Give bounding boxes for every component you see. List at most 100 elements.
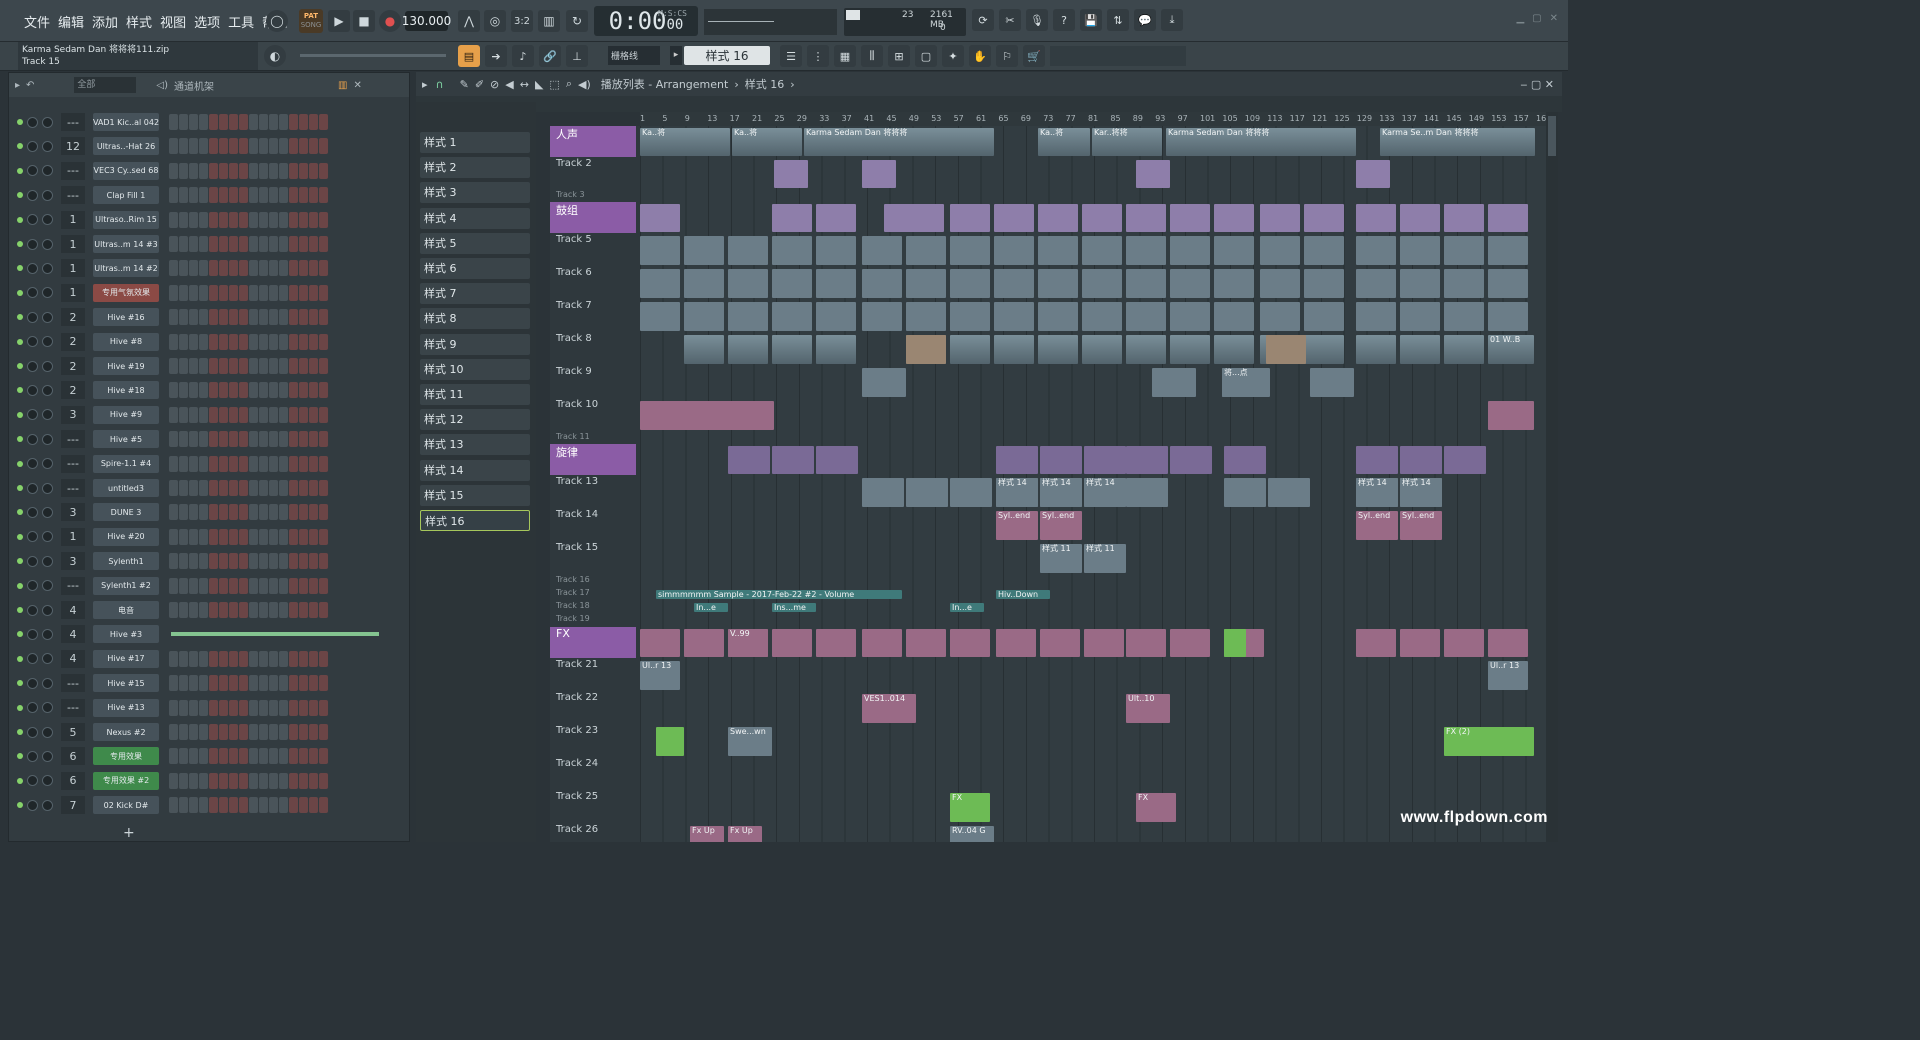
step-button[interactable] bbox=[289, 772, 298, 789]
menu-item-2[interactable]: 添加 bbox=[88, 12, 122, 31]
channel-mute-led[interactable] bbox=[17, 289, 23, 296]
step-button[interactable] bbox=[319, 431, 328, 448]
step-button[interactable] bbox=[279, 650, 288, 667]
playlist-clip[interactable] bbox=[1304, 302, 1344, 331]
playlist-clip[interactable] bbox=[1170, 446, 1212, 474]
step-button[interactable] bbox=[299, 699, 308, 716]
rack-menu-icon[interactable]: ▸ bbox=[15, 80, 20, 91]
track-group-header[interactable]: 旋律 bbox=[550, 444, 636, 475]
step-button[interactable] bbox=[319, 699, 328, 716]
step-sequencer[interactable] bbox=[169, 309, 328, 326]
step-button[interactable] bbox=[199, 162, 208, 179]
step-button[interactable] bbox=[259, 114, 268, 130]
step-button[interactable] bbox=[219, 406, 228, 423]
step-button[interactable] bbox=[309, 309, 318, 326]
channel-pan-knob[interactable] bbox=[27, 531, 38, 543]
channel-name-button[interactable]: Hive #19 bbox=[93, 357, 159, 375]
track-header[interactable]: Track 2 bbox=[550, 158, 636, 189]
metronome-icon[interactable]: ⋀ bbox=[458, 10, 480, 32]
step-button[interactable] bbox=[229, 699, 238, 716]
step-button[interactable] bbox=[169, 236, 178, 252]
step-button[interactable] bbox=[279, 602, 288, 618]
playlist-clip[interactable]: Ins...me bbox=[772, 603, 816, 612]
step-button[interactable] bbox=[169, 114, 178, 130]
playlist-clip[interactable] bbox=[1356, 302, 1396, 331]
playlist-clip[interactable] bbox=[1304, 335, 1344, 364]
playlist-clip[interactable] bbox=[1040, 446, 1082, 474]
channel-volume-knob[interactable] bbox=[42, 238, 53, 250]
step-button[interactable] bbox=[199, 675, 208, 692]
step-button[interactable] bbox=[309, 699, 318, 716]
step-button[interactable] bbox=[249, 748, 258, 765]
step-button[interactable] bbox=[239, 772, 248, 789]
playlist-clip[interactable] bbox=[950, 335, 990, 364]
step-button[interactable] bbox=[219, 724, 228, 740]
magnet-icon[interactable]: ∩ bbox=[436, 78, 444, 91]
step-button[interactable] bbox=[299, 406, 308, 423]
step-button[interactable] bbox=[169, 602, 178, 618]
playlist-clip[interactable] bbox=[1356, 629, 1396, 657]
channel-row[interactable]: 1 Ultraso..Rim 15 bbox=[9, 209, 409, 231]
draw-tool-icon[interactable]: ✎ bbox=[460, 78, 469, 91]
track-header[interactable]: Track 9 bbox=[550, 366, 636, 398]
channel-mute-led[interactable] bbox=[17, 460, 23, 467]
playlist-clip[interactable] bbox=[1152, 368, 1196, 397]
channel-row[interactable]: 7 02 Kick D# bbox=[9, 794, 409, 816]
channel-mute-led[interactable] bbox=[17, 533, 23, 540]
step-button[interactable] bbox=[199, 504, 208, 521]
step-button[interactable] bbox=[249, 431, 258, 448]
playlist-clip[interactable] bbox=[1170, 629, 1210, 657]
step-button[interactable] bbox=[219, 675, 228, 692]
step-button[interactable] bbox=[239, 284, 248, 301]
step-button[interactable] bbox=[179, 382, 188, 399]
playlist-clip[interactable] bbox=[816, 204, 856, 232]
step-button[interactable] bbox=[269, 602, 278, 618]
step-button[interactable] bbox=[169, 284, 178, 301]
step-button[interactable] bbox=[289, 138, 298, 155]
step-button[interactable] bbox=[309, 358, 318, 374]
channel-row[interactable]: 6 专用效果 #2 bbox=[9, 770, 409, 792]
step-button[interactable] bbox=[169, 748, 178, 765]
playlist-clip[interactable] bbox=[950, 204, 990, 232]
step-button[interactable] bbox=[289, 284, 298, 301]
step-button[interactable] bbox=[239, 455, 248, 472]
step-button[interactable] bbox=[249, 797, 258, 814]
channel-name-button[interactable]: Clap Fill 1 bbox=[93, 186, 159, 205]
step-button[interactable] bbox=[249, 333, 258, 350]
step-button[interactable] bbox=[249, 699, 258, 716]
playlist-clip[interactable] bbox=[950, 302, 990, 331]
step-sequencer[interactable] bbox=[169, 260, 328, 277]
step-button[interactable] bbox=[229, 211, 238, 228]
channel-row[interactable]: 1 Ultras..m 14 #3 bbox=[9, 233, 409, 255]
step-button[interactable] bbox=[269, 382, 278, 399]
playlist-clip[interactable] bbox=[1038, 236, 1078, 265]
step-button[interactable] bbox=[219, 382, 228, 399]
step-button[interactable] bbox=[279, 114, 288, 130]
step-button[interactable] bbox=[259, 699, 268, 716]
mixer-track-number[interactable]: 1 bbox=[61, 283, 85, 302]
step-button[interactable] bbox=[199, 138, 208, 155]
step-button[interactable] bbox=[209, 797, 218, 814]
step-sequencer[interactable] bbox=[169, 577, 328, 594]
step-button[interactable] bbox=[229, 236, 238, 252]
playlist-grid[interactable]: Ka..将 Ka..将 Karma Sedam Dan 将将将 Ka..将 Kar..将… bbox=[640, 126, 1546, 842]
guitar-icon[interactable]: ⚐ bbox=[996, 45, 1018, 67]
channel-mute-led[interactable] bbox=[17, 436, 23, 443]
step-button[interactable] bbox=[259, 577, 268, 594]
playlist-clip[interactable] bbox=[1038, 204, 1078, 232]
step-button[interactable] bbox=[289, 358, 298, 374]
channel-pan-knob[interactable] bbox=[27, 287, 38, 299]
step-button[interactable] bbox=[249, 309, 258, 326]
step-button[interactable] bbox=[249, 650, 258, 667]
step-button[interactable] bbox=[239, 431, 248, 448]
step-button[interactable] bbox=[229, 138, 238, 155]
rack-close-icon[interactable]: ✕ bbox=[353, 80, 361, 91]
step-button[interactable] bbox=[299, 797, 308, 814]
step-button[interactable] bbox=[239, 650, 248, 667]
playlist-clip[interactable] bbox=[1082, 236, 1122, 265]
playlist-clip[interactable] bbox=[1126, 629, 1166, 657]
step-button[interactable] bbox=[299, 162, 308, 179]
step-button[interactable] bbox=[239, 553, 248, 570]
channel-name-button[interactable]: 专用效果 #2 bbox=[93, 771, 159, 790]
playlist-clip[interactable] bbox=[1126, 302, 1166, 331]
